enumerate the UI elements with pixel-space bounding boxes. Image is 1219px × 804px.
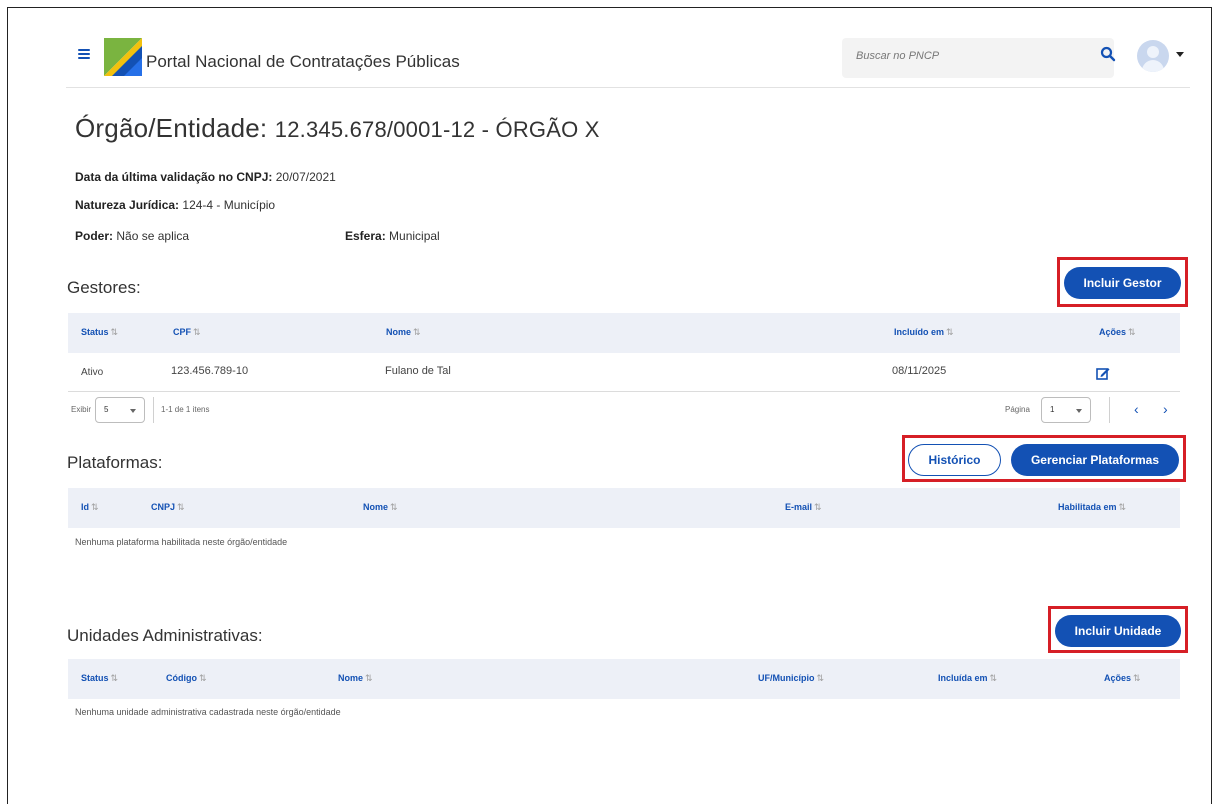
chevron-right-icon[interactable]: › (1163, 401, 1168, 417)
plataformas-empty-message: Nenhuma plataforma habilitada neste órgã… (75, 537, 288, 547)
cell-incluido-em: 08/11/2025 (892, 365, 947, 377)
validation-info: Data da última validação no CNPJ: 20/07/… (75, 170, 336, 184)
top-header: Portal Nacional de Contratações Públicas (66, 8, 1190, 88)
historico-button[interactable]: Histórico (908, 444, 1001, 476)
th-incluido-em[interactable]: Incluído em ⇅ (894, 327, 954, 338)
validation-value: 20/07/2021 (275, 170, 336, 184)
esfera-value: Municipal (389, 229, 440, 243)
validation-label: Data da última validação no CNPJ: (75, 170, 273, 184)
sort-icon: ⇅ (365, 673, 373, 683)
th-incluida-em[interactable]: Incluída em ⇅ (938, 673, 997, 684)
sort-icon: ⇅ (814, 502, 822, 512)
sort-icon: ⇅ (946, 327, 954, 337)
poder-info: Poder: Não se aplica (75, 229, 189, 243)
sort-icon: ⇅ (91, 502, 99, 512)
gestores-table-header: Status ⇅ CPF ⇅ Nome ⇅ Incluído em ⇅ Ações ⇅ (68, 313, 1180, 353)
sort-icon: ⇅ (413, 327, 421, 337)
th-codigo[interactable]: Código ⇅ (166, 673, 207, 684)
natureza-value: 124-4 - Município (182, 198, 276, 212)
gerenciar-plataformas-button[interactable]: Gerenciar Plataformas (1011, 444, 1179, 476)
sort-icon: ⇅ (110, 673, 119, 683)
th-status[interactable]: Status ⇅ (81, 673, 118, 684)
portal-title[interactable]: Portal Nacional de Contratações Públicas (146, 52, 460, 72)
th-id[interactable]: Id ⇅ (81, 502, 99, 513)
th-status[interactable]: Status ⇅ (81, 327, 118, 338)
th-nome[interactable]: Nome ⇅ (363, 502, 398, 513)
th-uf-municipio[interactable]: UF/Município ⇅ (758, 673, 824, 684)
sort-icon: ⇅ (177, 502, 185, 512)
cell-status: Ativo (81, 367, 104, 378)
per-page-value: 5 (104, 405, 109, 414)
sort-icon: ⇅ (110, 327, 119, 337)
th-acoes[interactable]: Ações ⇅ (1099, 327, 1136, 338)
caret-down-icon (1076, 409, 1082, 413)
edit-icon[interactable] (1096, 366, 1110, 380)
cell-cpf: 123.456.789-10 (171, 365, 249, 377)
poder-label: Poder: (75, 229, 114, 243)
user-icon (1147, 46, 1159, 58)
gestores-title: Gestores: (67, 278, 141, 297)
show-label: Exibir (71, 405, 92, 414)
page-label: Página (1005, 405, 1030, 414)
hamburger-menu-icon[interactable] (78, 49, 90, 59)
divider (1109, 397, 1110, 423)
pncp-logo[interactable] (104, 38, 142, 76)
search-icon[interactable] (1100, 46, 1116, 62)
th-nome[interactable]: Nome ⇅ (338, 673, 373, 684)
caret-down-icon[interactable] (1176, 52, 1184, 57)
th-acoes[interactable]: Ações ⇅ (1104, 673, 1141, 684)
plataformas-table-header: Id ⇅ CNPJ ⇅ Nome ⇅ E-mail ⇅ Habilitada em ⇅ (68, 488, 1180, 528)
unidades-empty-message: Nenhuma unidade administrativa cadastrad… (75, 707, 341, 717)
sort-icon: ⇅ (1133, 673, 1141, 683)
chevron-left-icon[interactable]: ‹ (1134, 401, 1139, 417)
sort-icon: ⇅ (1128, 327, 1136, 337)
per-page-select[interactable]: 5 (95, 397, 145, 423)
caret-down-icon (130, 409, 136, 413)
page-title-value: 12.345.678/0001-12 - ÓRGÃO X (274, 117, 600, 142)
th-habilitada-em[interactable]: Habilitada em ⇅ (1058, 502, 1126, 513)
page-title-prefix: Órgão/Entidade: (75, 113, 268, 143)
sort-icon: ⇅ (1118, 502, 1127, 512)
natureza-label: Natureza Jurídica: (75, 198, 180, 212)
sort-icon: ⇅ (390, 502, 398, 512)
th-nome[interactable]: Nome ⇅ (386, 327, 421, 338)
cell-nome: Fulano de Tal (385, 365, 451, 377)
page-title: Órgão/Entidade: 12.345.678/0001-12 - ÓRG… (75, 113, 600, 144)
divider (153, 397, 154, 423)
page-value: 1 (1050, 405, 1055, 414)
esfera-info: Esfera: Municipal (345, 229, 440, 243)
incluir-gestor-button[interactable]: Incluir Gestor (1064, 267, 1181, 299)
search-box (842, 38, 1114, 78)
incluir-unidade-button[interactable]: Incluir Unidade (1055, 615, 1181, 647)
sort-icon: ⇅ (816, 673, 825, 683)
poder-value: Não se aplica (116, 229, 190, 243)
sort-icon: ⇅ (989, 673, 998, 683)
esfera-label: Esfera: (345, 229, 386, 243)
items-range: 1-1 de 1 itens (161, 405, 210, 414)
plataformas-title: Plataformas: (67, 453, 163, 472)
th-cpf[interactable]: CPF ⇅ (173, 327, 201, 338)
th-email[interactable]: E-mail ⇅ (785, 502, 822, 513)
sort-icon: ⇅ (199, 673, 207, 683)
avatar[interactable] (1137, 40, 1169, 72)
natureza-info: Natureza Jurídica: 124-4 - Município (75, 198, 275, 212)
unidades-title: Unidades Administrativas: (67, 626, 263, 645)
sort-icon: ⇅ (193, 327, 201, 337)
page-select[interactable]: 1 (1041, 397, 1091, 423)
th-cnpj[interactable]: CNPJ ⇅ (151, 502, 185, 513)
row-divider (68, 391, 1180, 392)
unidades-table-header: Status ⇅ Código ⇅ Nome ⇅ UF/Município ⇅ Incl… (68, 659, 1180, 699)
search-input[interactable] (856, 50, 1076, 62)
page-frame: Portal Nacional de Contratações Públicas… (7, 7, 1212, 804)
